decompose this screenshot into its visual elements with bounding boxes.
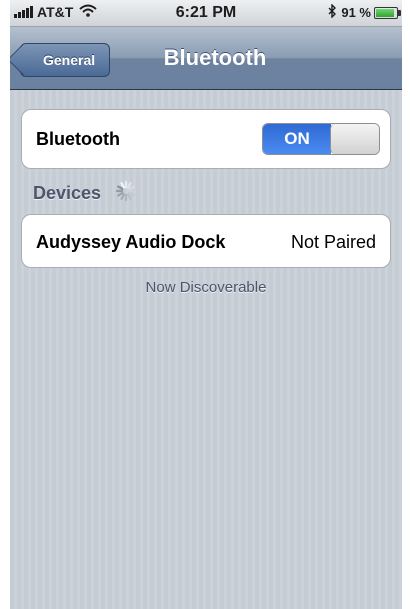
settings-screen: AT&T 6:21 PM 91 % General Bluetooth Blue… <box>10 0 402 609</box>
bluetooth-switch[interactable]: ON <box>262 123 380 155</box>
navigation-bar: General Bluetooth <box>10 27 402 90</box>
back-button-label: General <box>43 52 96 68</box>
devices-header-label: Devices <box>33 183 102 203</box>
back-button-general[interactable]: General <box>20 43 111 77</box>
battery-percent: 91 % <box>341 5 371 20</box>
device-row[interactable]: Audyssey Audio Dock Not Paired <box>21 214 391 268</box>
switch-on-label: ON <box>263 124 331 154</box>
device-name: Audyssey Audio Dock <box>36 232 226 252</box>
discoverable-status: Now Discoverable <box>145 279 267 296</box>
bluetooth-icon <box>328 3 337 21</box>
battery-icon <box>374 6 401 19</box>
page-title: Bluetooth <box>163 45 267 70</box>
devices-section-header: Devices <box>33 180 137 207</box>
activity-spinner-icon <box>115 180 137 207</box>
device-pairing-status: Not Paired <box>290 232 376 252</box>
bluetooth-label: Bluetooth <box>36 129 120 149</box>
bluetooth-toggle-cell: Bluetooth ON <box>21 109 391 169</box>
status-bar: AT&T 6:21 PM 91 % <box>10 0 402 27</box>
switch-knob <box>330 124 379 154</box>
